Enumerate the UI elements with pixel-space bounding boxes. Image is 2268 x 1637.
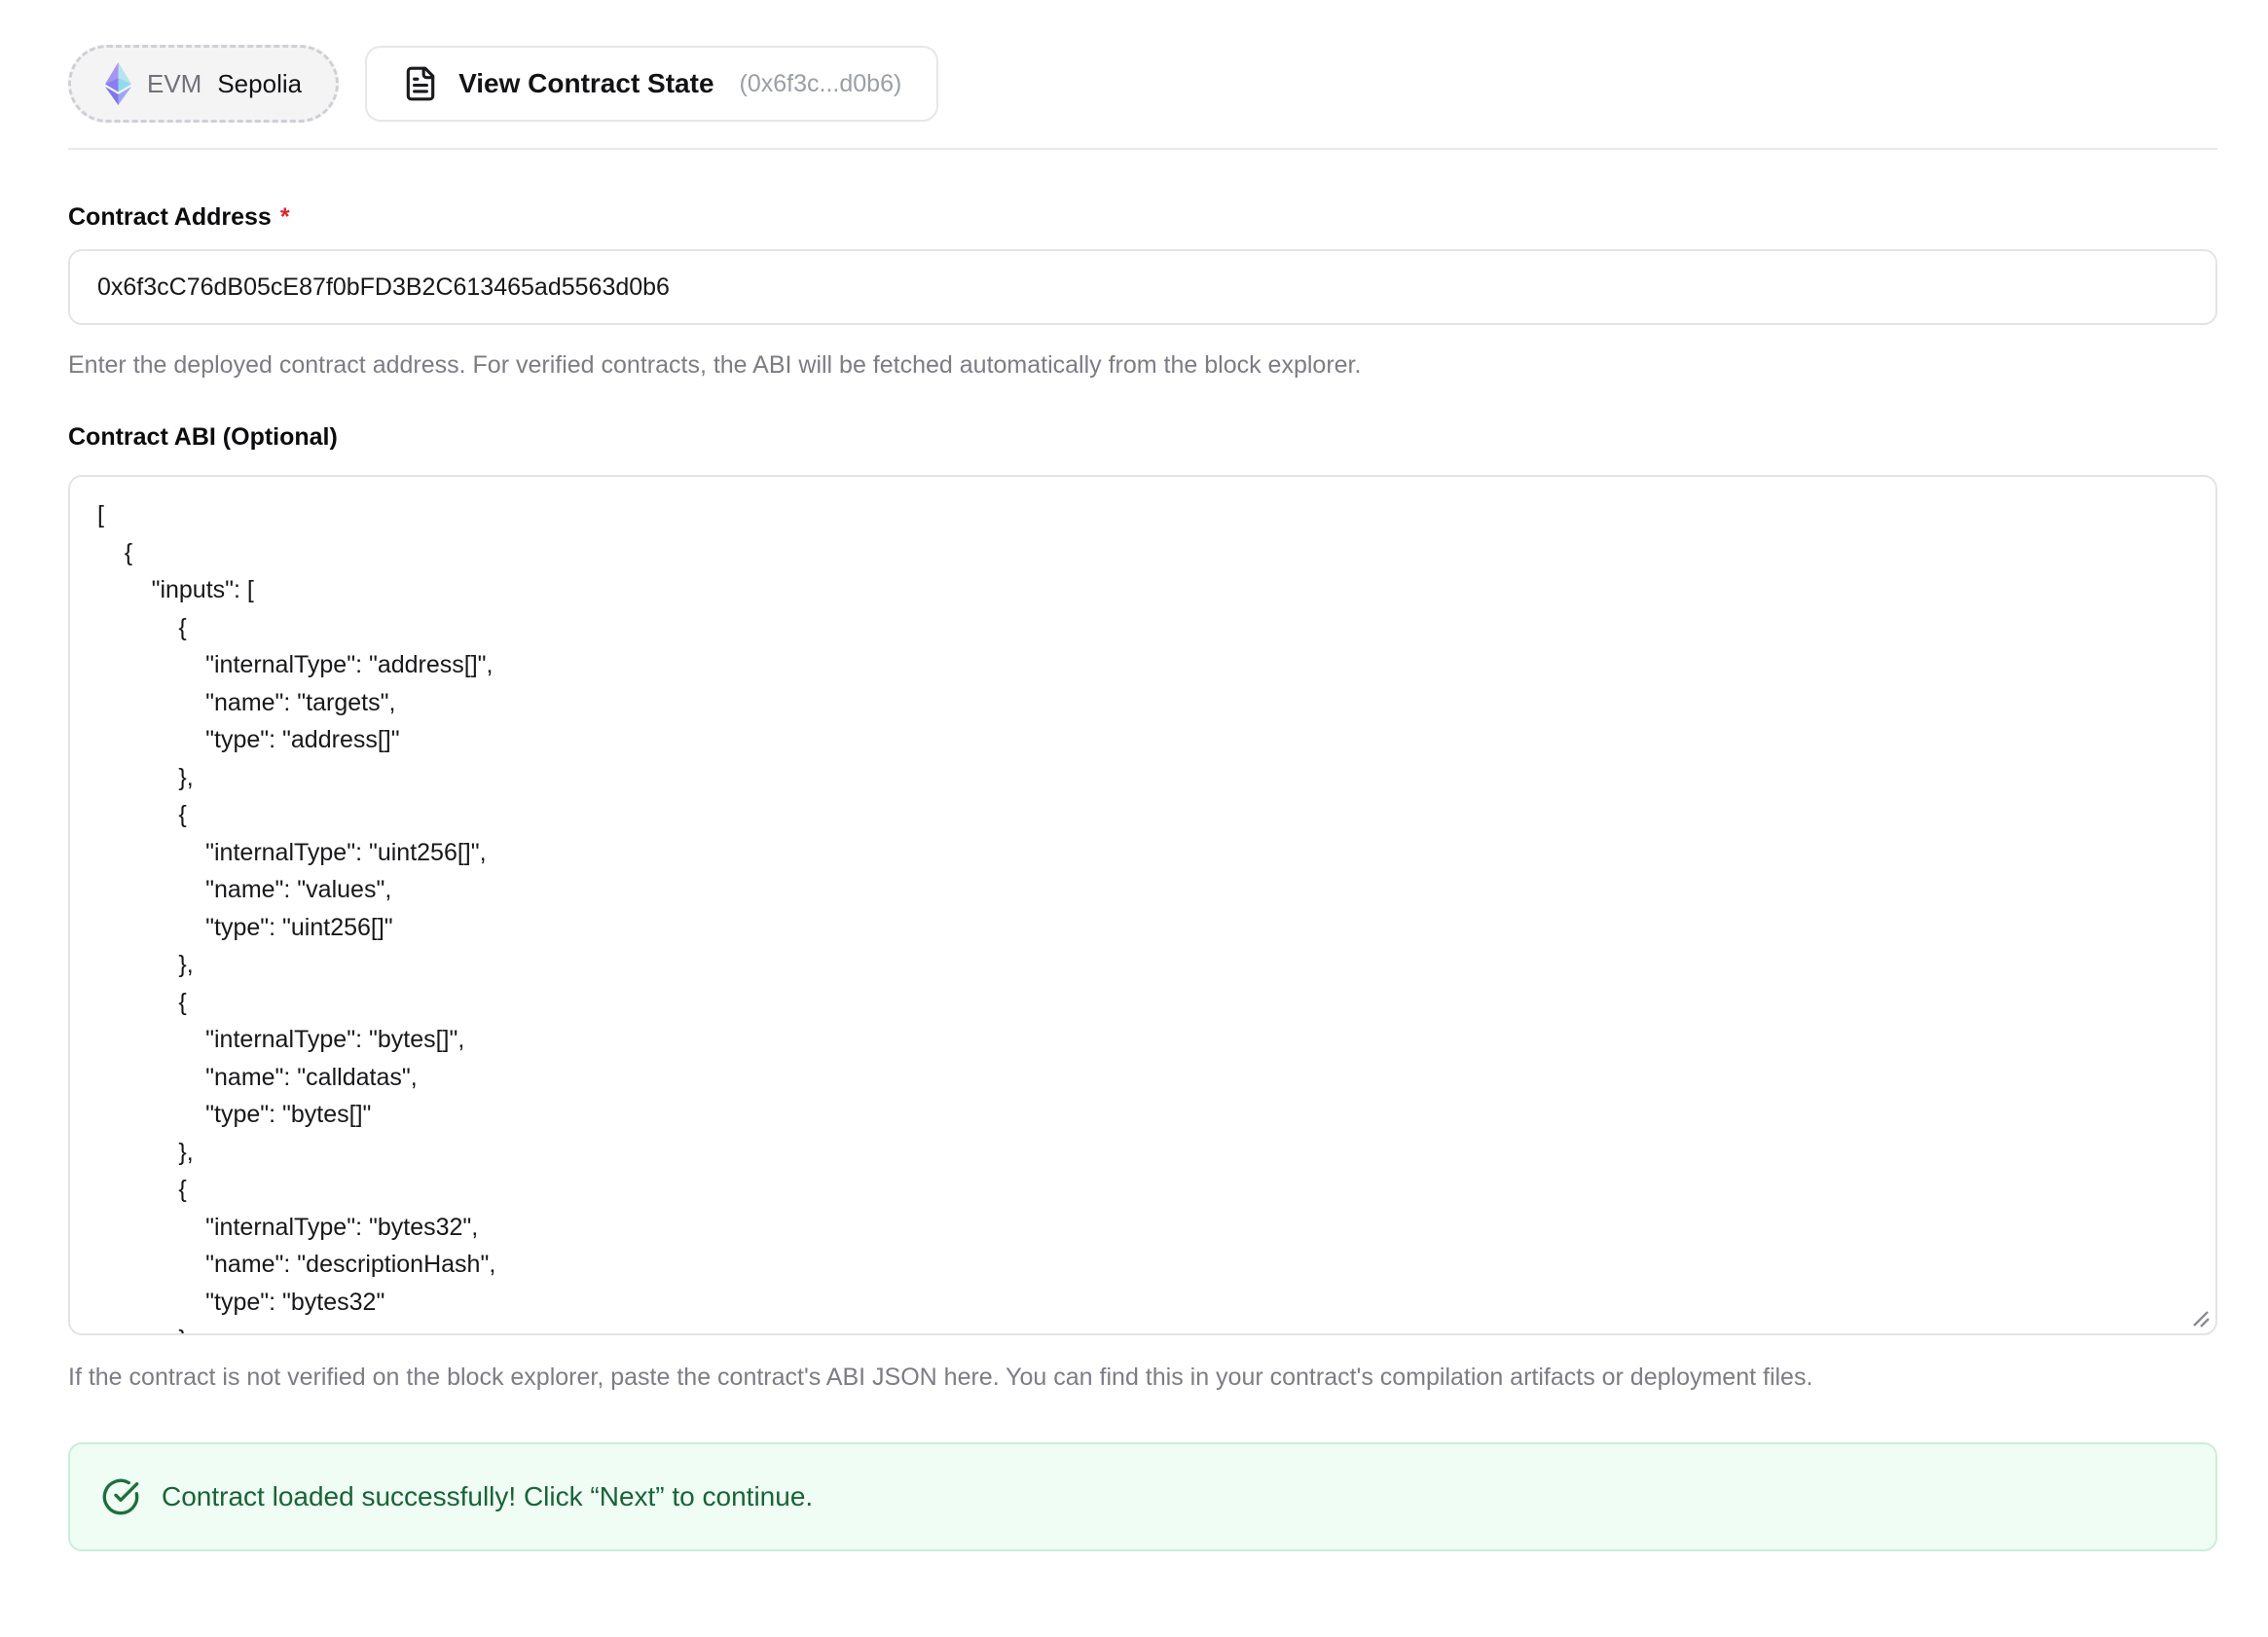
contract-address-help: Enter the deployed contract address. For… (68, 348, 2217, 382)
ethereum-icon (105, 62, 131, 105)
header: EVM Sepolia View Contract State (0x6f3c.… (68, 45, 2217, 123)
tab-label: View Contract State (458, 68, 713, 99)
header-divider (68, 148, 2217, 150)
chain-label: EVM (147, 69, 201, 99)
contract-abi-help: If the contract is not verified on the b… (68, 1361, 2217, 1394)
contract-abi-label: Contract ABI (Optional) (68, 420, 2217, 454)
contract-abi-label-text: Contract ABI (Optional) (68, 420, 338, 454)
contract-address-input[interactable] (68, 249, 2217, 325)
tab-address-short: (0x6f3c...d0b6) (740, 70, 902, 98)
view-contract-state-tab[interactable]: View Contract State (0x6f3c...d0b6) (365, 46, 938, 122)
success-banner: Contract loaded successfully! Click “Nex… (68, 1442, 2217, 1551)
file-text-icon (402, 65, 439, 102)
required-asterisk: * (280, 200, 290, 234)
contract-abi-field: [ { "inputs": [ { "internalType": "addre… (68, 475, 2217, 1335)
check-circle-icon (101, 1477, 140, 1516)
network-label: Sepolia (217, 69, 302, 99)
textarea-resize-handle[interactable] (2190, 1308, 2210, 1328)
success-message: Contract loaded successfully! Click “Nex… (162, 1481, 813, 1512)
contract-address-label: Contract Address * (68, 200, 2217, 234)
network-badge[interactable]: EVM Sepolia (68, 45, 339, 123)
contract-abi-textarea[interactable]: [ { "inputs": [ { "internalType": "addre… (68, 475, 2217, 1335)
contract-address-label-text: Contract Address (68, 200, 272, 234)
contract-form-page: EVM Sepolia View Contract State (0x6f3c.… (0, 45, 2268, 1551)
